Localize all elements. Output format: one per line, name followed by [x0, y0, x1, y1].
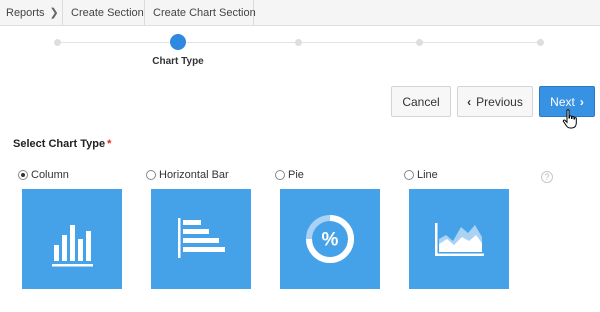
- chevron-left-icon: ‹: [467, 94, 472, 109]
- step-dot: [295, 39, 302, 46]
- option-horizontal-bar[interactable]: Horizontal Bar: [146, 169, 229, 181]
- chevron-right-icon: ›: [579, 94, 584, 109]
- breadcrumb-item-reports[interactable]: Reports ❯: [0, 0, 63, 26]
- step-dot: [416, 39, 423, 46]
- help-icon[interactable]: ?: [541, 171, 553, 183]
- hand-cursor-icon: [562, 109, 577, 129]
- step-label: Chart Type: [152, 56, 204, 67]
- option-line[interactable]: Line: [404, 169, 438, 181]
- area-line-chart-icon: [435, 223, 484, 256]
- chevron-right-icon: ❯: [49, 7, 59, 19]
- option-label: Horizontal Bar: [159, 169, 229, 181]
- cancel-button[interactable]: Cancel: [391, 86, 451, 117]
- pie-chart-tile[interactable]: %: [280, 189, 380, 289]
- breadcrumb-item-create-chart-section[interactable]: Create Chart Section: [145, 0, 256, 26]
- column-chart-tile[interactable]: [22, 189, 122, 289]
- option-label: Line: [417, 169, 438, 181]
- option-column[interactable]: Column: [18, 169, 69, 181]
- radio-column[interactable]: [18, 170, 28, 180]
- radio-line[interactable]: [404, 170, 414, 180]
- option-pie[interactable]: Pie: [275, 169, 304, 181]
- step-dot: [537, 39, 544, 46]
- breadcrumb-label: Reports: [6, 7, 45, 19]
- step-dot: [54, 39, 61, 46]
- option-label: Pie: [288, 169, 304, 181]
- required-marker: *: [107, 138, 112, 150]
- breadcrumb-label: Create Chart Section: [153, 7, 256, 19]
- breadcrumb-label: Create Section: [71, 7, 144, 19]
- breadcrumb: Reports ❯ Create Section Create Chart Sec…: [0, 0, 600, 26]
- step-dot-active: [170, 34, 186, 50]
- column-chart-icon: [52, 225, 93, 267]
- option-label: Column: [31, 169, 69, 181]
- previous-label: Previous: [476, 94, 523, 109]
- next-label: Next: [550, 94, 575, 109]
- svg-text:%: %: [322, 230, 339, 251]
- horizontal-bar-chart-icon: [178, 218, 225, 258]
- radio-pie[interactable]: [275, 170, 285, 180]
- horizontal-bar-chart-tile[interactable]: [151, 189, 251, 289]
- cancel-label: Cancel: [402, 94, 440, 109]
- previous-button[interactable]: ‹ Previous: [457, 86, 533, 117]
- section-title: Select Chart Type *: [13, 138, 111, 150]
- breadcrumb-item-create-section[interactable]: Create Section: [63, 0, 145, 26]
- radio-horizontal-bar[interactable]: [146, 170, 156, 180]
- pie-chart-icon: %: [306, 215, 354, 263]
- section-title-text: Select Chart Type: [13, 138, 106, 150]
- wizard-stepper: Chart Type: [0, 26, 600, 76]
- line-chart-tile[interactable]: [409, 189, 509, 289]
